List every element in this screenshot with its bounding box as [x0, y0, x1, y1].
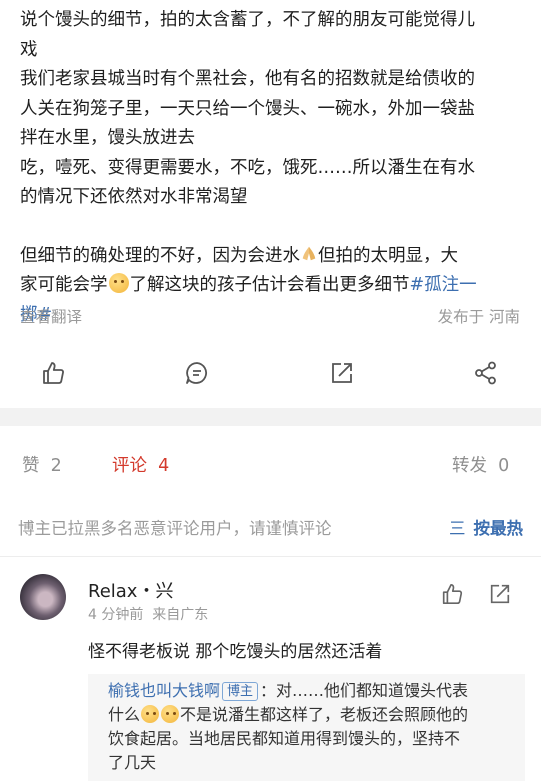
reply-text: 饮食起居。当地居民都知道用得到馒头的，坚持不 — [108, 729, 461, 748]
post-line: 我们老家县城当时有个黑社会，他有名的招数就是给债收的 — [20, 69, 475, 89]
post-line: 说个馒头的细节，拍的太含蓄了，不了解的朋友可能觉得儿 — [20, 10, 475, 30]
avatar[interactable] — [20, 574, 66, 620]
hashtag-link[interactable]: #孤注一 — [410, 275, 477, 295]
like-icon[interactable] — [440, 582, 464, 606]
divider — [0, 556, 541, 557]
comment-meta: 4 分钟前 来自广东 — [88, 604, 208, 624]
post-line: 吃，噎死、变得更需要水，不吃，饿死……所以潘生在有水 — [20, 157, 475, 178]
reply-text: 了几天 — [108, 753, 157, 772]
tab-likes[interactable]: 赞 2 — [22, 452, 62, 477]
tab-reposts-label: 转发 — [452, 456, 487, 476]
reply-content: 榆钱也叫大钱啊 博主 ：对……他们都知道馒头代表 什么 不是说潘生都这样了，老板还会照… — [108, 679, 516, 775]
post-line: 的情况下还依然对水非常渴望 — [20, 187, 248, 207]
comment-button[interactable] — [180, 356, 214, 390]
praying-hands-icon — [302, 246, 316, 260]
post-text: 家可能会学 — [20, 275, 108, 295]
post-line: 拌在水里，馒头放进去 — [20, 128, 195, 148]
tab-comments[interactable]: 评论 4 — [112, 452, 169, 477]
thinking-emoji-icon — [141, 705, 160, 723]
post-text: 但拍的太明显，大 — [318, 245, 458, 266]
post-text: 了解这块的孩子估计会看出更多细节 — [129, 275, 410, 295]
author-badge: 博主 — [222, 682, 259, 701]
tab-comments-label: 评论 — [112, 456, 147, 476]
tab-reposts-count: 0 — [498, 456, 510, 476]
post-meta: 查看翻译 发布于 河南 — [20, 305, 520, 327]
comment-text: 怪不得老板说 那个吃馒头的居然还活着 — [88, 642, 383, 662]
post-body: 说个馒头的细节，拍的太含蓄了，不了解的朋友可能觉得儿 戏 我们老家县城当时有个黑… — [20, 6, 525, 330]
translate-link[interactable]: 查看翻译 — [20, 308, 82, 326]
tab-comments-count: 4 — [158, 456, 170, 476]
like-icon — [43, 362, 64, 384]
comment-actions — [440, 582, 520, 608]
thinking-emoji-icon — [161, 705, 180, 723]
tab-reposts[interactable]: 转发 0 — [452, 452, 509, 477]
sort-icon: 三 — [449, 519, 466, 538]
notice-text: 博主已拉黑多名恶意评论用户，请谨慎评论 — [18, 519, 332, 538]
commenter-name[interactable]: Relax・兴 — [88, 577, 173, 603]
comment-time: 4 分钟前 — [88, 607, 144, 623]
share-button[interactable] — [325, 356, 359, 390]
section-divider — [0, 408, 541, 426]
forward-icon — [475, 361, 496, 385]
post-location: 发布于 河南 — [437, 308, 520, 326]
share-icon — [332, 363, 352, 383]
tab-likes-label: 赞 — [22, 456, 40, 476]
thinking-emoji-icon — [108, 273, 129, 293]
post-paragraph-2b: 家可能会学 了解这块的孩子估计会看出更多细节#孤注一 — [20, 271, 525, 301]
reply-text: 不是说潘生都这样了，老板还会照顾他的 — [180, 705, 469, 724]
forward-button[interactable] — [469, 356, 503, 390]
comment-icon — [186, 362, 207, 384]
reply-text: 什么 — [108, 705, 141, 724]
post-line: 人关在狗笼子里，一天只给一个馒头、一碗水，外加一袋盐 — [20, 98, 475, 119]
sort-button[interactable]: 三按最热 — [449, 515, 523, 539]
post-paragraph-2: 但细节的确处理的不好，因为会进水 但拍的太明显，大 — [20, 242, 525, 272]
comment-notice: 博主已拉黑多名恶意评论用户，请谨慎评论 三按最热 — [18, 515, 523, 539]
like-button[interactable] — [36, 356, 70, 390]
reply-text: ：对……他们都知道馒头代表 — [260, 681, 469, 700]
post-line: 戏 — [20, 39, 38, 60]
reply-author[interactable]: 榆钱也叫大钱啊 — [108, 681, 220, 700]
action-bar — [0, 350, 541, 396]
tab-likes-count: 2 — [50, 456, 62, 476]
comment-source: 来自广东 — [152, 607, 209, 623]
share-icon[interactable] — [488, 582, 512, 606]
reply-box[interactable]: 榆钱也叫大钱啊 博主 ：对……他们都知道馒头代表 什么 不是说潘生都这样了，老板还会照… — [88, 674, 525, 781]
post-text: 但细节的确处理的不好，因为会进水 — [20, 245, 300, 266]
sort-label: 按最热 — [473, 519, 524, 538]
